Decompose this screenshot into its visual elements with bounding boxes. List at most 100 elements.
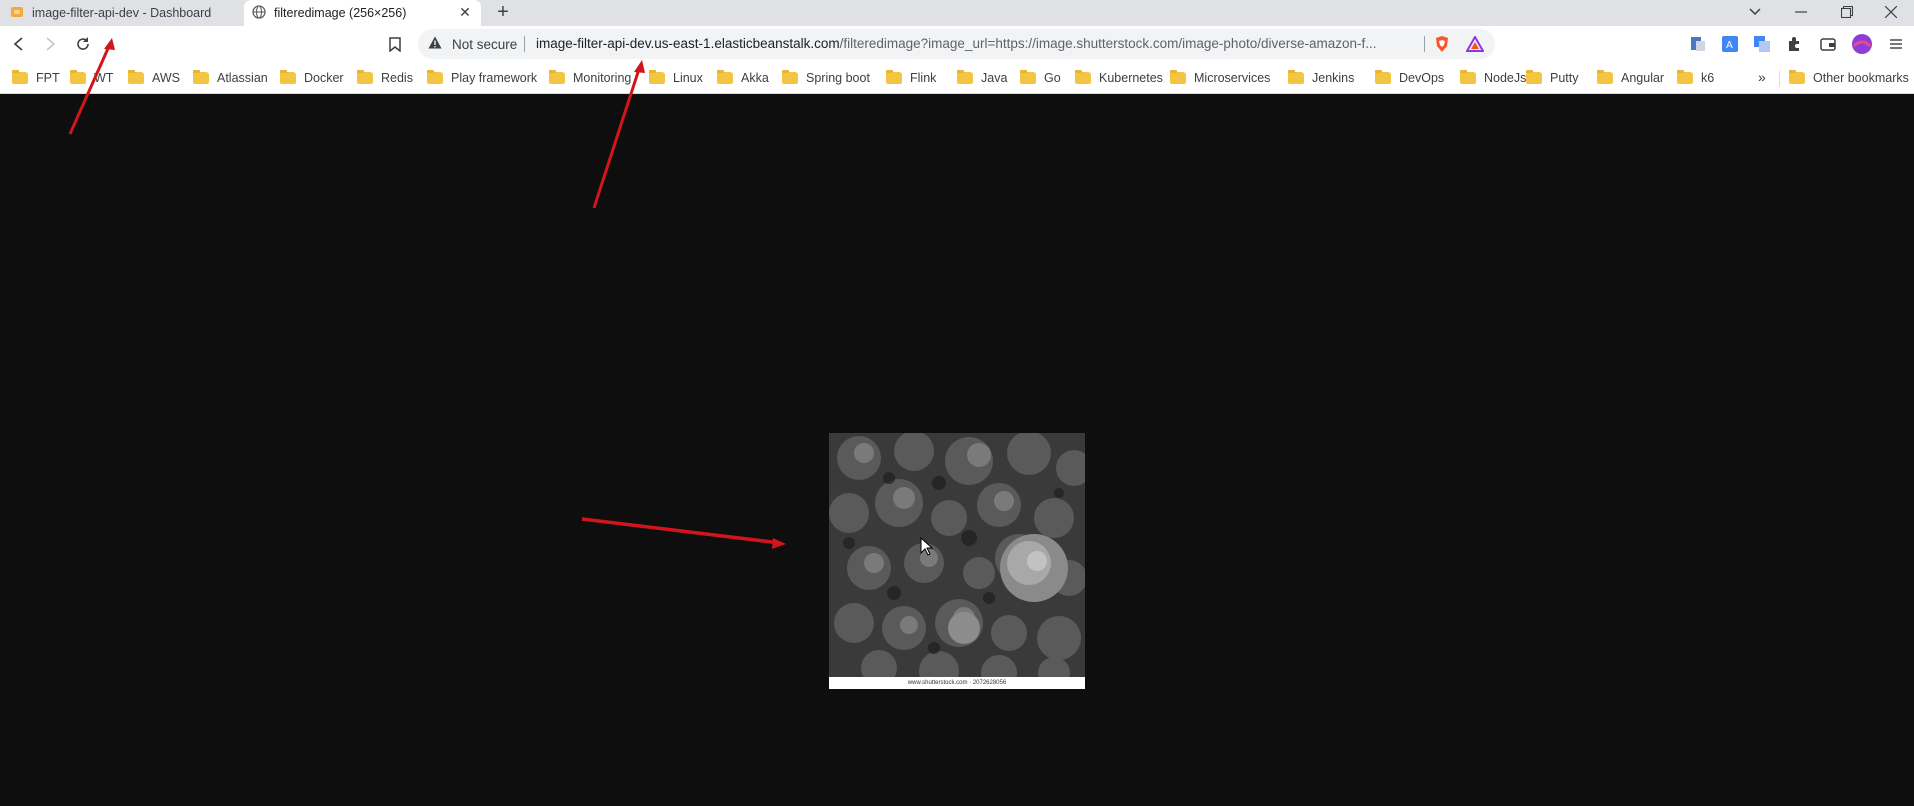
forest-canopy-grayscale-image bbox=[829, 433, 1085, 677]
bookmark-label: Spring boot bbox=[806, 71, 870, 85]
translate-extension-icon[interactable] bbox=[1752, 34, 1772, 54]
bookmark-folder[interactable]: Go bbox=[1020, 69, 1061, 87]
security-label: Not secure bbox=[452, 36, 518, 52]
bookmark-label: Redis bbox=[381, 71, 413, 85]
tab-title: filteredimage (256×256) bbox=[274, 6, 407, 20]
bookmark-folder[interactable]: DevOps bbox=[1375, 69, 1444, 87]
back-icon[interactable] bbox=[7, 32, 31, 56]
bookmark-folder[interactable]: AWS bbox=[128, 69, 180, 87]
folder-icon bbox=[1677, 70, 1693, 84]
bookmark-folder[interactable]: NodeJs bbox=[1460, 69, 1526, 87]
bookmark-folder[interactable]: Akka bbox=[717, 69, 769, 87]
restore-icon[interactable] bbox=[1824, 0, 1870, 24]
folder-icon bbox=[649, 70, 665, 84]
bookmark-folder[interactable]: Play framework bbox=[427, 69, 537, 87]
bookmark-label: Angular bbox=[1621, 71, 1665, 85]
tab-strip: image-filter-api-dev - Dashboard filtere… bbox=[0, 0, 1914, 26]
translate-doc-icon[interactable] bbox=[1688, 34, 1708, 54]
new-tab-button[interactable]: + bbox=[492, 1, 514, 23]
avatar[interactable] bbox=[1852, 34, 1872, 54]
bookmark-folder[interactable]: WT bbox=[70, 69, 113, 87]
bookmark-folder[interactable]: Putty bbox=[1526, 69, 1579, 87]
bookmark-label: WT bbox=[94, 71, 114, 85]
bookmark-folder[interactable]: Java bbox=[957, 69, 1007, 87]
more-bookmarks-chevron-icon[interactable]: » bbox=[1758, 69, 1766, 85]
url-text[interactable]: image-filter-api-dev.us-east-1.elasticbe… bbox=[536, 36, 1377, 51]
folder-icon bbox=[357, 70, 373, 84]
bookmarks-bar: FPT WT AWS Atlassian Docker Redis Play f… bbox=[0, 62, 1914, 94]
mouse-cursor-icon bbox=[920, 537, 934, 556]
bookmark-folder[interactable]: Redis bbox=[357, 69, 413, 87]
globe-icon bbox=[252, 4, 266, 22]
close-icon[interactable]: ✕ bbox=[457, 4, 473, 20]
folder-icon bbox=[886, 70, 902, 84]
bookmark-folder[interactable]: Docker bbox=[280, 69, 344, 87]
bookmark-label: Play framework bbox=[451, 71, 538, 85]
other-bookmarks-folder[interactable]: Other bookmarks bbox=[1789, 69, 1909, 87]
folder-icon bbox=[1075, 70, 1091, 84]
bookmark-label: Monitoring bbox=[573, 71, 632, 85]
bookmark-folder[interactable]: Angular bbox=[1597, 69, 1664, 87]
bookmark-label: Linux bbox=[673, 71, 703, 85]
folder-icon bbox=[70, 70, 86, 84]
folder-icon bbox=[1170, 70, 1186, 84]
tab-filteredimage[interactable]: filteredimage (256×256) ✕ bbox=[244, 0, 481, 26]
folder-icon bbox=[12, 70, 28, 84]
bookmark-folder[interactable]: Monitoring bbox=[549, 69, 631, 87]
bookmark-folder[interactable]: Jenkins bbox=[1288, 69, 1354, 87]
bookmark-folder[interactable]: Atlassian bbox=[193, 69, 268, 87]
bookmark-label: NodeJs bbox=[1484, 71, 1527, 85]
bookmark-folder[interactable]: Flink bbox=[886, 69, 936, 87]
folder-icon bbox=[1789, 70, 1805, 84]
address-bar[interactable]: Not secure image-filter-api-dev.us-east-… bbox=[418, 29, 1495, 59]
folder-icon bbox=[1597, 70, 1613, 84]
folder-icon bbox=[549, 70, 565, 84]
bookmark-label: Java bbox=[981, 71, 1008, 85]
menu-icon[interactable] bbox=[1886, 34, 1906, 54]
minimize-icon[interactable] bbox=[1778, 0, 1824, 24]
folder-icon bbox=[193, 70, 209, 84]
security-indicator[interactable]: Not secure bbox=[428, 36, 517, 52]
bookmark-folder[interactable]: Spring boot bbox=[782, 69, 870, 87]
brave-rewards-icon[interactable] bbox=[1465, 34, 1485, 54]
bookmark-label: k6 bbox=[1701, 71, 1715, 85]
bookmark-folder[interactable]: Linux bbox=[649, 69, 703, 87]
browser-toolbar: Not secure image-filter-api-dev.us-east-… bbox=[0, 26, 1914, 62]
folder-icon bbox=[1375, 70, 1391, 84]
folder-icon bbox=[1020, 70, 1036, 84]
bookmark-label: DevOps bbox=[1399, 71, 1445, 85]
bookmark-folder[interactable]: Microservices bbox=[1170, 69, 1270, 87]
google-translate-icon[interactable]: A bbox=[1720, 34, 1740, 54]
omnibox-divider bbox=[1424, 36, 1425, 52]
bookmark-icon[interactable] bbox=[383, 32, 407, 56]
folder-icon bbox=[1526, 70, 1542, 84]
bookmark-label: Docker bbox=[304, 71, 344, 85]
tab-search-chevron-icon[interactable] bbox=[1732, 0, 1778, 24]
close-window-icon[interactable] bbox=[1868, 0, 1914, 24]
forward-icon[interactable] bbox=[38, 32, 62, 56]
warning-icon bbox=[428, 36, 442, 52]
bookmark-label: Go bbox=[1044, 71, 1061, 85]
bookmark-folder[interactable]: FPT bbox=[12, 69, 60, 87]
bookmark-label: Putty bbox=[1550, 71, 1579, 85]
aws-favicon-icon bbox=[10, 5, 24, 22]
bookmark-label: Jenkins bbox=[1312, 71, 1355, 85]
tab-title: image-filter-api-dev - Dashboard bbox=[32, 6, 212, 20]
tab-dashboard[interactable]: image-filter-api-dev - Dashboard bbox=[0, 0, 244, 26]
page-viewport: www.shutterstock.com · 2072628056 bbox=[0, 95, 1914, 806]
bookmark-folder[interactable]: Kubernetes bbox=[1075, 69, 1163, 87]
bookmark-label: Atlassian bbox=[217, 71, 268, 85]
folder-icon bbox=[427, 70, 443, 84]
folder-icon bbox=[128, 70, 144, 84]
wallet-icon[interactable] bbox=[1818, 34, 1838, 54]
filtered-image[interactable]: www.shutterstock.com · 2072628056 bbox=[829, 433, 1085, 689]
reload-icon[interactable] bbox=[71, 32, 95, 56]
bookmarks-divider bbox=[1779, 71, 1780, 87]
url-path: /filteredimage?image_url=https://image.s… bbox=[839, 36, 1377, 51]
brave-shield-icon[interactable] bbox=[1432, 34, 1452, 54]
extensions-puzzle-icon[interactable] bbox=[1784, 34, 1804, 54]
bookmark-folder[interactable]: k6 bbox=[1677, 69, 1714, 87]
folder-icon bbox=[1288, 70, 1304, 84]
bookmark-label: FPT bbox=[36, 71, 60, 85]
folder-icon bbox=[957, 70, 973, 84]
